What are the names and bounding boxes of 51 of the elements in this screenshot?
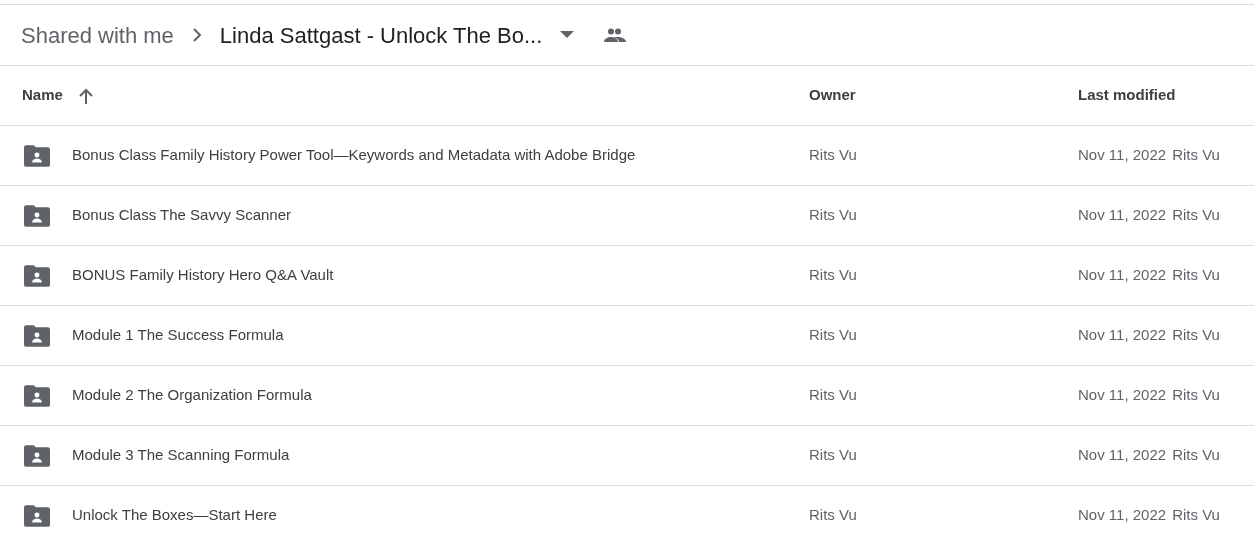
folder-name: BONUS Family History Hero Q&A Vault bbox=[72, 265, 334, 286]
people-icon[interactable] bbox=[604, 28, 627, 42]
shared-folder-icon bbox=[24, 144, 50, 167]
owner-cell: Rits Vu bbox=[809, 506, 857, 524]
owner-cell: Rits Vu bbox=[809, 266, 857, 284]
breadcrumb-link[interactable]: Shared with me bbox=[21, 18, 174, 52]
shared-folder-icon bbox=[24, 264, 50, 287]
modified-date: Nov 11, 2022 bbox=[1078, 385, 1167, 406]
modified-by: Rits Vu bbox=[1172, 265, 1220, 286]
folder-row[interactable]: Module 1 The Success Formula Rits Vu Nov 11, 2022 Rits Vu bbox=[0, 306, 1254, 366]
folder-name: Module 1 The Success Formula bbox=[72, 325, 284, 346]
folder-row[interactable]: BONUS Family History Hero Q&A Vault Rits Vu Nov 11, 2022 Rits Vu bbox=[0, 246, 1254, 306]
column-header[interactable]: Name bbox=[22, 84, 63, 107]
modified-date: Nov 11, 2022 bbox=[1078, 265, 1167, 286]
modified-date: Nov 11, 2022 bbox=[1078, 145, 1167, 166]
folder-name: Module 3 The Scanning Formula bbox=[72, 445, 290, 466]
modified-date: Nov 11, 2022 bbox=[1078, 205, 1167, 226]
folder-row[interactable]: Module 2 The Organization Formula Rits Vu Nov 11, 2022 Rits Vu bbox=[0, 366, 1254, 426]
modified-by: Rits Vu bbox=[1172, 205, 1220, 226]
folder-title-dropdown[interactable]: Linda Sattgast - Unlock The Bo... bbox=[219, 18, 575, 52]
column-header[interactable]: Last modified bbox=[1078, 86, 1176, 104]
folder-row[interactable]: Module 3 The Scanning Formula Rits Vu Nov 11, 2022 Rits Vu bbox=[0, 426, 1254, 486]
modified-by: Rits Vu bbox=[1172, 145, 1220, 166]
dropdown-caret-icon bbox=[560, 31, 575, 39]
modified-date: Nov 11, 2022 bbox=[1078, 445, 1167, 466]
column-header[interactable]: Owner bbox=[809, 86, 856, 104]
folder-name: Bonus Class The Savvy Scanner bbox=[72, 205, 291, 226]
folder-row[interactable]: Bonus Class Family History Power Tool—Keywords and Metadata with Adobe Bridge Rits Vu Nov 11, 2022 Rits Vu bbox=[0, 126, 1254, 186]
owner-cell: Rits Vu bbox=[809, 446, 857, 464]
shared-folder-icon bbox=[24, 504, 50, 527]
folder-name: Bonus Class Family History Power Tool—Keywords and Metadata with Adobe Bridge bbox=[72, 145, 636, 166]
folder-row[interactable]: Unlock The Boxes—Start Here Rits Vu Nov 11, 2022 Rits Vu bbox=[0, 486, 1254, 545]
chevron-right-icon bbox=[191, 27, 202, 43]
modified-by: Rits Vu bbox=[1172, 325, 1220, 346]
owner-cell: Rits Vu bbox=[809, 386, 857, 404]
modified-by: Rits Vu bbox=[1172, 445, 1220, 466]
modified-date: Nov 11, 2022 bbox=[1078, 325, 1167, 346]
modified-date: Nov 11, 2022 bbox=[1078, 505, 1167, 526]
modified-by: Rits Vu bbox=[1172, 385, 1220, 406]
shared-folder-icon bbox=[24, 324, 50, 347]
shared-folder-icon bbox=[24, 204, 50, 227]
folder-name: Unlock The Boxes—Start Here bbox=[72, 505, 277, 526]
shared-folder-icon bbox=[24, 384, 50, 407]
owner-cell: Rits Vu bbox=[809, 326, 857, 344]
sort-arrow-up-icon[interactable] bbox=[78, 87, 93, 104]
shared-folder-icon bbox=[24, 444, 50, 467]
folder-name: Module 2 The Organization Formula bbox=[72, 385, 312, 406]
owner-cell: Rits Vu bbox=[809, 146, 857, 164]
folder-row[interactable]: Bonus Class The Savvy Scanner Rits Vu Nov 11, 2022 Rits Vu bbox=[0, 186, 1254, 246]
modified-by: Rits Vu bbox=[1172, 505, 1220, 526]
owner-cell: Rits Vu bbox=[809, 206, 857, 224]
